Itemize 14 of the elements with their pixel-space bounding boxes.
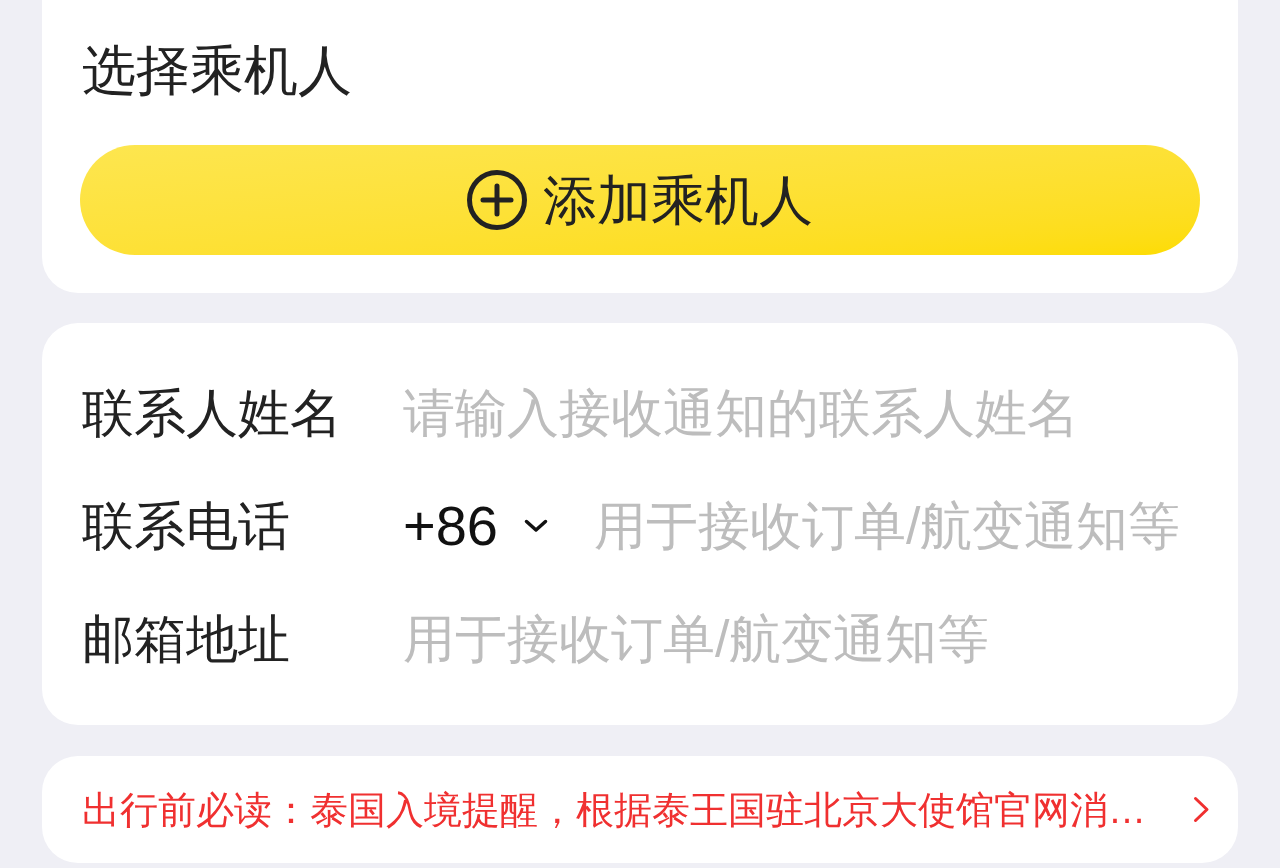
plus-circle-icon [467, 170, 527, 230]
country-code-dropdown[interactable]: +86 [403, 497, 548, 554]
field-label: 联系电话 [82, 495, 291, 557]
add-passenger-button[interactable]: 添加乘机人 [80, 145, 1200, 255]
text-input-field[interactable]: 请输入接收通知的联系人姓名 [403, 377, 1208, 448]
chevron-down-icon [524, 518, 548, 533]
chevron-right-icon [1193, 796, 1210, 823]
notice-text: 出行前必读：泰国入境提醒，根据泰王国驻北京大使馆官网消… [82, 790, 1146, 829]
notice-banner[interactable]: 出行前必读：泰国入境提醒，根据泰王国驻北京大使馆官网消… [42, 756, 1238, 863]
field-label: 邮箱地址 [82, 608, 291, 670]
phone-input-field[interactable]: 用于接收订单/航变通知等 [594, 490, 1208, 561]
field-label: 联系人姓名 [82, 382, 343, 444]
text-input-field[interactable]: 用于接收订单/航变通知等 [403, 603, 1208, 674]
section-title: 选择乘机人 [81, 40, 353, 100]
